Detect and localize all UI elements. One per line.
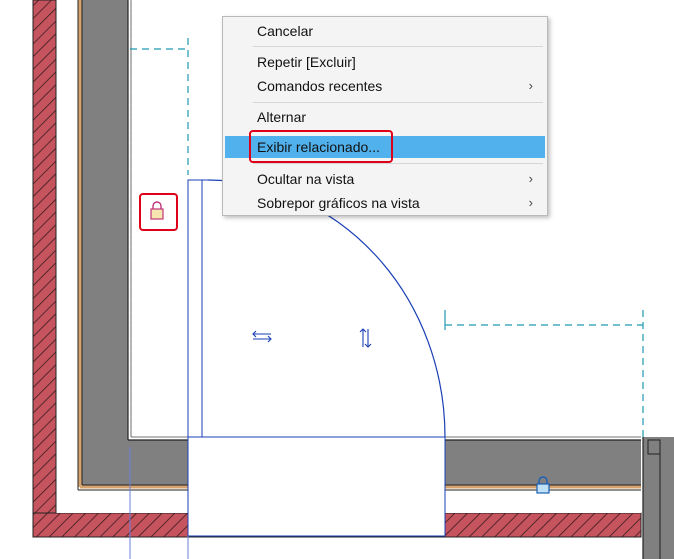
wall-outer-left	[32, 0, 57, 538]
menu-item-callout	[249, 130, 393, 163]
flip-horizontal-icon[interactable]	[252, 330, 272, 343]
wall-core-left	[82, 0, 128, 485]
menu-item-repeat[interactable]: Repetir [Excluir]	[225, 51, 545, 73]
menu-item-label: Sobrepor gráficos na vista	[257, 195, 420, 211]
menu-item-label: Alternar	[257, 109, 307, 125]
menu-item-label: Repetir [Excluir]	[257, 54, 356, 70]
wall-core-right	[643, 437, 674, 559]
menu-separator	[253, 102, 543, 103]
context-menu: Cancelar Repetir [Excluir] Comandos rece…	[222, 16, 548, 216]
door-opening[interactable]	[187, 436, 446, 537]
menu-separator	[253, 46, 543, 47]
dimension-line-left	[130, 38, 189, 175]
menu-item-label: Ocultar na vista	[257, 171, 355, 187]
menu-item-override-graphics[interactable]: Sobrepor gráficos na vista ›	[225, 192, 545, 214]
menu-item-toggle[interactable]: Alternar	[225, 106, 545, 128]
wall-air-gap	[56, 0, 78, 513]
door-swing-arc	[207, 179, 446, 438]
chevron-right-icon: ›	[528, 195, 533, 210]
menu-item-recent-commands[interactable]: Comandos recentes ›	[225, 75, 545, 97]
flip-vertical-icon[interactable]	[359, 328, 372, 348]
menu-item-hide-in-view[interactable]: Ocultar na vista ›	[225, 168, 545, 190]
menu-item-cancel[interactable]: Cancelar	[225, 20, 545, 42]
chevron-right-icon: ›	[528, 171, 533, 186]
menu-separator	[253, 163, 543, 164]
dimension-line-right	[444, 310, 644, 437]
menu-item-label: Comandos recentes	[257, 78, 383, 94]
menu-item-label: Cancelar	[257, 23, 314, 39]
lock-callout	[139, 193, 178, 231]
chevron-right-icon: ›	[528, 78, 533, 93]
door-leaf[interactable]	[187, 179, 203, 438]
